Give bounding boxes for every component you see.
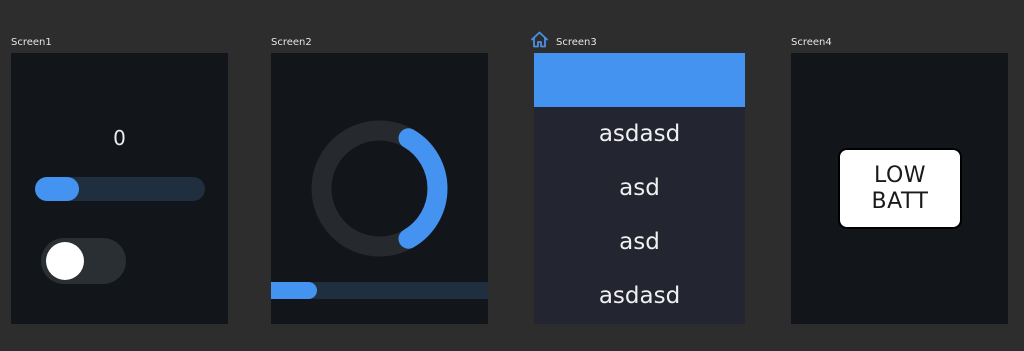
editor-canvas: Screen1 Screen2 Screen3 Screen4 0 asdasd… (0, 0, 1024, 351)
selected-row-highlight[interactable] (534, 53, 745, 107)
screen3-preview[interactable]: asdasd asd asd asdasd (534, 53, 745, 324)
screen4-label[interactable]: Screen4 (791, 37, 832, 49)
list-item[interactable]: asdasd (534, 107, 745, 161)
message-line-1: LOW (873, 162, 927, 188)
screen4-preview[interactable]: LOW BATT (791, 53, 1008, 324)
home-icon[interactable] (530, 31, 549, 48)
list-item[interactable]: asd (534, 215, 745, 269)
list-item[interactable]: asdasd (534, 269, 745, 323)
screen1-label[interactable]: Screen1 (11, 37, 52, 49)
progress-bar[interactable] (271, 282, 488, 299)
slider-fill (35, 177, 79, 201)
value-label: 0 (113, 126, 126, 150)
arc-indicator (398, 128, 448, 249)
slider[interactable] (35, 177, 205, 201)
toggle-switch[interactable] (41, 238, 126, 284)
progress-bar-fill (271, 282, 317, 299)
list-item[interactable]: asd (534, 161, 745, 215)
low-battery-message-box[interactable]: LOW BATT (838, 148, 962, 229)
screen3-label[interactable]: Screen3 (556, 37, 597, 49)
screen2-preview[interactable] (271, 53, 488, 324)
screen2-label[interactable]: Screen2 (271, 37, 312, 49)
message-line-2: BATT (871, 188, 929, 214)
switch-knob[interactable] (46, 242, 84, 280)
screen1-preview[interactable]: 0 (11, 53, 228, 324)
arc-gauge[interactable] (311, 120, 448, 257)
